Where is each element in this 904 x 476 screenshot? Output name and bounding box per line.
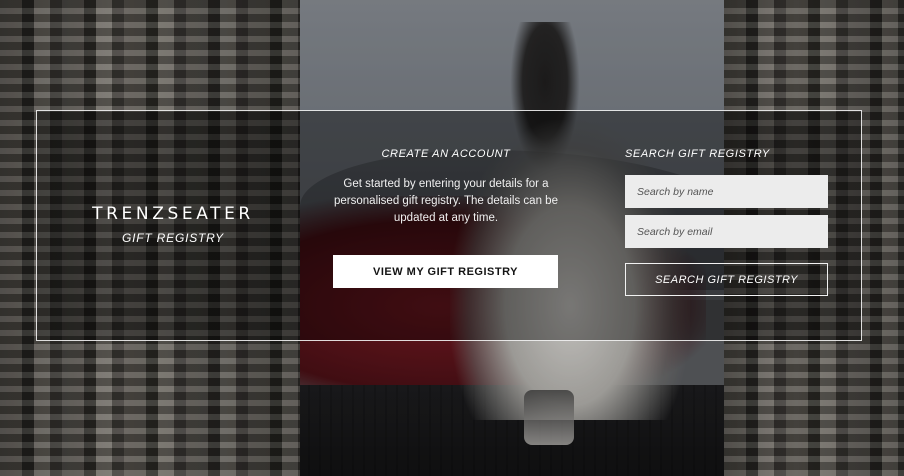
search-registry-section: SEARCH GIFT REGISTRY SEARCH GIFT REGISTR…: [625, 148, 828, 296]
brand-block: TRENZSEATER GIFT REGISTRY: [82, 204, 264, 245]
view-gift-registry-button[interactable]: VIEW MY GIFT REGISTRY: [333, 255, 558, 288]
search-gift-registry-button[interactable]: SEARCH GIFT REGISTRY: [625, 263, 828, 296]
brand-logo[interactable]: TRENZSEATER: [82, 204, 264, 224]
brand-subtitle: GIFT REGISTRY: [122, 231, 224, 245]
create-account-section: CREATE AN ACCOUNT Get started by enterin…: [330, 148, 562, 227]
create-account-title: CREATE AN ACCOUNT: [381, 148, 511, 160]
search-by-name-input[interactable]: [625, 175, 828, 208]
search-by-email-input[interactable]: [625, 215, 828, 248]
search-registry-title: SEARCH GIFT REGISTRY: [625, 148, 770, 160]
create-account-description: Get started by entering your details for…: [334, 178, 558, 224]
